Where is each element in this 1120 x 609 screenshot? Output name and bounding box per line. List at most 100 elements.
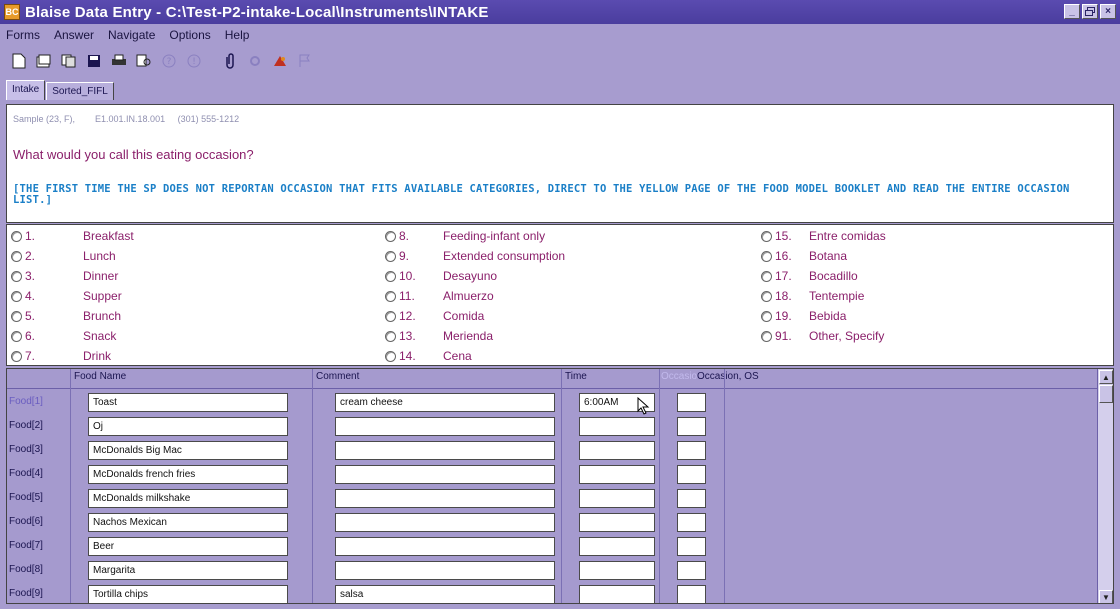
- time-field[interactable]: [579, 585, 655, 603]
- comment-field[interactable]: [335, 537, 555, 556]
- row-label[interactable]: Food[6]: [9, 516, 43, 527]
- row-label[interactable]: Food[1]: [9, 396, 43, 407]
- tab-sorted-fifl[interactable]: Sorted_FIFL: [46, 82, 114, 100]
- radio-button[interactable]: [11, 230, 22, 242]
- time-field[interactable]: [579, 441, 655, 460]
- row-label[interactable]: Food[4]: [9, 468, 43, 479]
- radio-button[interactable]: [385, 330, 396, 342]
- scroll-down-button[interactable]: ▼: [1099, 590, 1113, 603]
- comment-field[interactable]: [335, 465, 555, 484]
- radio-button[interactable]: [11, 310, 22, 322]
- menu-answer[interactable]: Answer: [54, 28, 94, 42]
- save-icon[interactable]: [85, 52, 103, 70]
- answer-option[interactable]: 7. Drink: [11, 346, 111, 366]
- time-field[interactable]: [579, 489, 655, 508]
- occasion-field[interactable]: [677, 489, 706, 508]
- food-name-field[interactable]: Margarita: [88, 561, 288, 580]
- restore-button[interactable]: [1082, 4, 1098, 19]
- search-icon[interactable]: [135, 52, 153, 70]
- occasion-field[interactable]: [677, 441, 706, 460]
- answer-option[interactable]: 8. Feeding-infant only: [385, 226, 545, 246]
- comment-field[interactable]: [335, 561, 555, 580]
- answer-option[interactable]: 16. Botana: [761, 246, 847, 266]
- food-name-field[interactable]: Nachos Mexican: [88, 513, 288, 532]
- radio-button[interactable]: [761, 330, 772, 342]
- answer-option[interactable]: 13. Merienda: [385, 326, 493, 346]
- radio-button[interactable]: [761, 270, 772, 282]
- time-field[interactable]: [579, 417, 655, 436]
- answer-option[interactable]: 14. Cena: [385, 346, 472, 366]
- occasion-field[interactable]: [677, 417, 706, 436]
- time-field[interactable]: [579, 513, 655, 532]
- radio-button[interactable]: [761, 230, 772, 242]
- food-name-field[interactable]: Toast: [88, 393, 288, 412]
- answer-option[interactable]: 9. Extended consumption: [385, 246, 565, 266]
- food-name-field[interactable]: Oj: [88, 417, 288, 436]
- answer-option[interactable]: 12. Comida: [385, 306, 484, 326]
- time-field[interactable]: [579, 465, 655, 484]
- radio-button[interactable]: [11, 270, 22, 282]
- food-name-field[interactable]: Tortilla chips: [88, 585, 288, 603]
- answer-option[interactable]: 1. Breakfast: [11, 226, 134, 246]
- comment-field[interactable]: [335, 489, 555, 508]
- comment-field[interactable]: cream cheese: [335, 393, 555, 412]
- record-icon[interactable]: [271, 52, 289, 70]
- answer-option[interactable]: 18. Tentempie: [761, 286, 864, 306]
- menu-forms[interactable]: Forms: [6, 28, 40, 42]
- vertical-scrollbar[interactable]: ▲ ▼: [1097, 369, 1113, 603]
- answer-option[interactable]: 2. Lunch: [11, 246, 116, 266]
- menu-help[interactable]: Help: [225, 28, 250, 42]
- radio-button[interactable]: [11, 330, 22, 342]
- comment-field[interactable]: [335, 513, 555, 532]
- flag-icon[interactable]: [296, 52, 314, 70]
- answer-option[interactable]: 4. Supper: [11, 286, 122, 306]
- row-label[interactable]: Food[3]: [9, 444, 43, 455]
- help-icon[interactable]: ?: [160, 52, 178, 70]
- radio-button[interactable]: [385, 250, 396, 262]
- row-label[interactable]: Food[5]: [9, 492, 43, 503]
- occasion-field[interactable]: [677, 465, 706, 484]
- occasion-field[interactable]: [677, 561, 706, 580]
- menu-navigate[interactable]: Navigate: [108, 28, 155, 42]
- app-icon[interactable]: BC: [4, 4, 20, 20]
- radio-button[interactable]: [761, 250, 772, 262]
- tab-intake[interactable]: Intake: [6, 80, 46, 100]
- answer-option[interactable]: 15. Entre comidas: [761, 226, 886, 246]
- food-name-field[interactable]: McDonalds Big Mac: [88, 441, 288, 460]
- info-icon[interactable]: !: [185, 52, 203, 70]
- radio-button[interactable]: [385, 290, 396, 302]
- answer-option[interactable]: 3. Dinner: [11, 266, 118, 286]
- radio-button[interactable]: [385, 350, 396, 362]
- food-name-field[interactable]: McDonalds milkshake: [88, 489, 288, 508]
- radio-button[interactable]: [11, 250, 22, 262]
- occasion-field[interactable]: [677, 537, 706, 556]
- occasion-field[interactable]: [677, 393, 706, 412]
- row-label[interactable]: Food[9]: [9, 588, 43, 599]
- occasion-field[interactable]: [677, 585, 706, 603]
- answer-option[interactable]: 11. Almuerzo: [385, 286, 494, 306]
- radio-button[interactable]: [11, 290, 22, 302]
- row-label[interactable]: Food[7]: [9, 540, 43, 551]
- row-label[interactable]: Food[2]: [9, 420, 43, 431]
- answer-option[interactable]: 17. Bocadillo: [761, 266, 858, 286]
- answer-option[interactable]: 19. Bebida: [761, 306, 846, 326]
- menu-options[interactable]: Options: [169, 28, 210, 42]
- answer-option[interactable]: 5. Brunch: [11, 306, 121, 326]
- comment-field[interactable]: [335, 441, 555, 460]
- radio-button[interactable]: [385, 310, 396, 322]
- food-name-field[interactable]: McDonalds french fries: [88, 465, 288, 484]
- attach-icon[interactable]: [221, 52, 239, 70]
- occasion-field[interactable]: [677, 513, 706, 532]
- radio-button[interactable]: [11, 350, 22, 362]
- radio-button[interactable]: [761, 290, 772, 302]
- row-label[interactable]: Food[8]: [9, 564, 43, 575]
- food-name-field[interactable]: Beer: [88, 537, 288, 556]
- radio-button[interactable]: [385, 270, 396, 282]
- minimize-button[interactable]: _: [1064, 4, 1080, 19]
- copy-icon[interactable]: [60, 52, 78, 70]
- scroll-up-button[interactable]: ▲: [1099, 370, 1113, 384]
- radio-button[interactable]: [385, 230, 396, 242]
- open-icon[interactable]: [35, 52, 53, 70]
- scroll-thumb[interactable]: [1099, 385, 1113, 403]
- radio-button[interactable]: [761, 310, 772, 322]
